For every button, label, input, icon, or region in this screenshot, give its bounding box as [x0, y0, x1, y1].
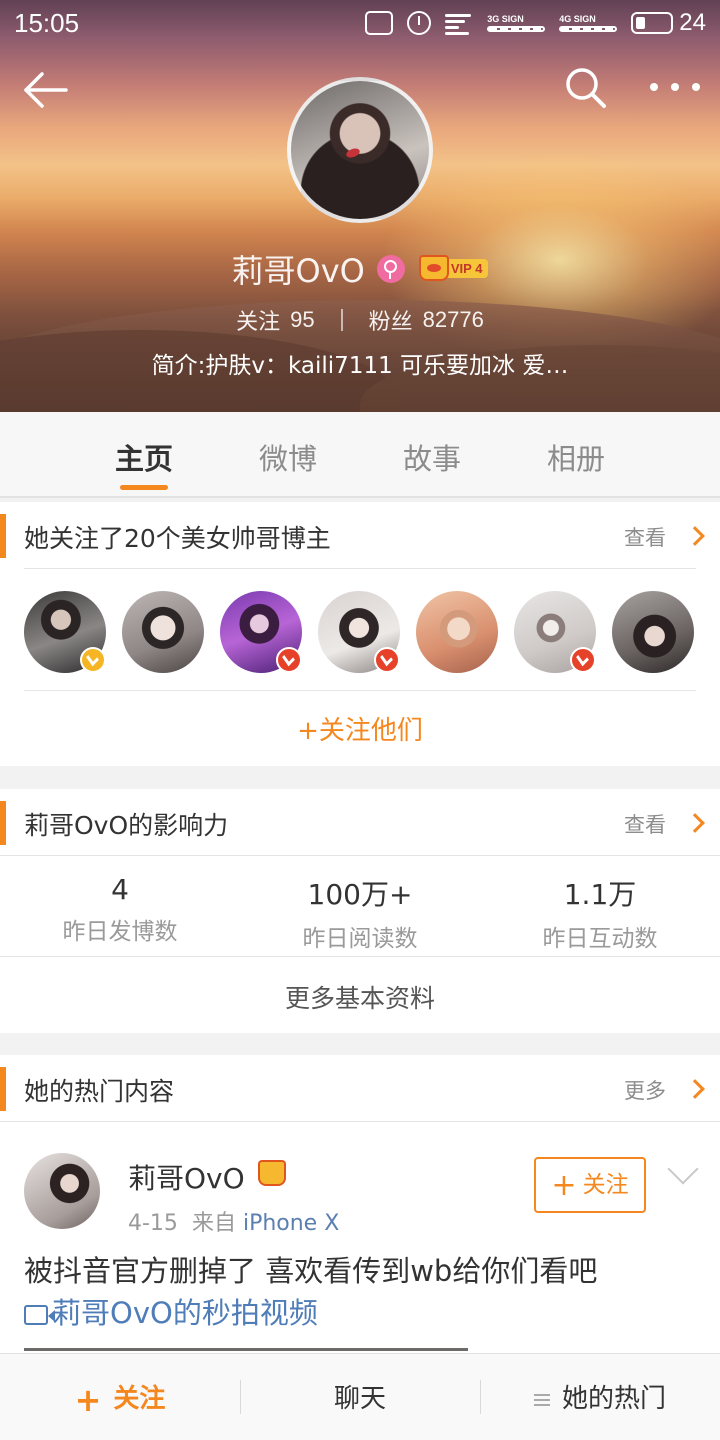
influence-label: 昨日发博数	[62, 919, 178, 945]
card-accent-bar	[0, 801, 6, 845]
post-text[interactable]: 被抖音官方删掉了 喜欢看传到wb给你们看吧	[24, 1248, 597, 1290]
stats-divider	[340, 309, 343, 331]
post-meta: 4-15 来自 iPhone X	[128, 1205, 339, 1237]
card-divider	[0, 1121, 720, 1122]
followed-avatar[interactable]	[122, 591, 204, 673]
influence-label: 昨日阅读数	[302, 926, 418, 952]
crown-icon	[418, 255, 449, 281]
vip-crown-icon	[258, 1160, 286, 1186]
influence-value: 1.1万	[563, 878, 637, 911]
follow-button-label: 关注	[113, 1384, 166, 1414]
hot-card-title: 她的热门内容	[24, 1077, 175, 1106]
influence-value: 100万+	[307, 878, 413, 911]
following-stat[interactable]: 关注 95	[236, 304, 315, 336]
her-hot-label: 她的热门	[561, 1384, 666, 1414]
signal-4g-icon: 4G SIGN	[559, 14, 618, 32]
signal-3g-icon: 3G SIGN	[487, 14, 546, 32]
card-divider	[24, 568, 696, 569]
follow-them-button[interactable]: +关注他们	[0, 710, 720, 747]
list-icon	[533, 1393, 550, 1406]
tab-album[interactable]: 相册	[526, 436, 626, 478]
followed-avatar[interactable]	[416, 591, 498, 673]
video-camera-icon	[24, 1305, 55, 1325]
more-options-icon[interactable]	[650, 80, 700, 94]
post-author-name[interactable]: 莉哥OvO	[128, 1157, 245, 1197]
profile-screen: 15:05 3G SIGN 4G SIGN 24 莉哥OvO VIP 4 关注 …	[0, 0, 720, 1440]
influence-stat-interactions[interactable]: 1.1万 昨日互动数	[480, 873, 720, 953]
influence-label: 昨日互动数	[542, 926, 658, 952]
verified-red-icon	[374, 647, 400, 673]
chat-button[interactable]: 聊天	[240, 1378, 480, 1415]
influence-card-title: 莉哥OvO的影响力	[24, 811, 229, 840]
post-video-title: 莉哥OvO的秒拍视频	[52, 1296, 318, 1330]
chevron-right-icon[interactable]	[685, 813, 705, 833]
post-source[interactable]: iPhone X	[243, 1211, 339, 1236]
more-profile-info-button[interactable]: 更多基本资料	[0, 979, 720, 1015]
signal-3g-label: 3G SIGN	[487, 14, 524, 24]
active-tab-indicator	[120, 485, 168, 490]
following-count: 95	[290, 307, 315, 332]
female-gender-icon	[376, 255, 405, 283]
influence-stat-posts[interactable]: 4 昨日发博数	[0, 873, 240, 946]
status-time: 15:05	[14, 8, 80, 38]
battery-level: 24	[679, 9, 706, 36]
card-divider	[0, 956, 720, 957]
tab-home[interactable]: 主页	[94, 436, 194, 478]
post-video-link[interactable]: 莉哥OvO的秒拍视频	[24, 1290, 318, 1332]
status-bar: 15:05 3G SIGN 4G SIGN 24	[0, 0, 720, 48]
back-arrow-icon[interactable]	[22, 70, 72, 110]
verified-gold-icon	[80, 647, 106, 673]
plus-icon: +	[74, 1381, 102, 1419]
fans-count: 82776	[422, 307, 484, 332]
profile-name-row: 莉哥OvO VIP 4	[0, 246, 720, 296]
bottom-action-bar: + 关注 聊天 她的热门	[0, 1353, 720, 1440]
card-divider	[0, 855, 720, 856]
followed-avatar[interactable]	[612, 591, 694, 673]
fans-stat[interactable]: 粉丝 82776	[369, 304, 484, 336]
vip-level: VIP 4	[444, 258, 489, 278]
followed-avatars	[24, 591, 696, 675]
search-icon[interactable]	[564, 66, 608, 110]
follows-card-title: 她关注了20个美女帅哥博主	[24, 524, 331, 553]
card-accent-bar	[0, 1067, 6, 1111]
following-label: 关注	[236, 310, 281, 335]
card-divider	[24, 690, 696, 691]
chevron-right-icon[interactable]	[685, 1079, 705, 1099]
influence-view-link[interactable]: 查看	[624, 809, 666, 839]
chevron-right-icon[interactable]	[685, 526, 705, 546]
influence-value: 4	[111, 873, 129, 906]
battery-icon	[631, 12, 674, 34]
status-icons: 3G SIGN 4G SIGN 24	[365, 8, 706, 38]
follows-card: 她关注了20个美女帅哥博主 查看 +关注他们	[0, 502, 720, 766]
her-hot-button[interactable]: 她的热门	[480, 1378, 720, 1415]
verified-red-icon	[276, 647, 302, 673]
post-author-avatar[interactable]	[24, 1153, 100, 1229]
follows-view-link[interactable]: 查看	[624, 522, 666, 552]
card-accent-bar	[0, 514, 6, 558]
video-thumbnail-edge	[24, 1348, 468, 1351]
alarm-icon	[407, 11, 432, 35]
post-from-label: 来自	[191, 1211, 236, 1236]
profile-bio[interactable]: 简介:护肤v：kaili7111 可乐要加冰 爱…	[0, 346, 720, 380]
post-follow-label: 关注	[582, 1172, 629, 1198]
data-transfer-icon	[445, 12, 473, 35]
vip-badge[interactable]: VIP 4	[418, 255, 489, 283]
profile-name: 莉哥OvO	[231, 252, 365, 290]
profile-tabs: 主页 微博 故事 相册	[0, 412, 720, 498]
post-follow-button[interactable]: + 关注	[534, 1157, 646, 1213]
tab-weibo[interactable]: 微博	[238, 436, 338, 478]
notification-icon	[365, 11, 394, 35]
plus-icon: +	[551, 1168, 577, 1203]
follow-button[interactable]: + 关注	[0, 1378, 240, 1419]
influence-stat-reads[interactable]: 100万+ 昨日阅读数	[240, 873, 480, 953]
profile-avatar[interactable]	[287, 77, 433, 223]
hot-more-link[interactable]: 更多	[624, 1075, 666, 1105]
fans-label: 粉丝	[368, 310, 413, 335]
verified-red-icon	[570, 647, 596, 673]
influence-card: 莉哥OvO的影响力 查看 4 昨日发博数 100万+ 昨日阅读数 1.1万 昨日…	[0, 789, 720, 1033]
follow-stats: 关注 95 粉丝 82776	[0, 304, 720, 338]
signal-4g-label: 4G SIGN	[559, 14, 596, 24]
post-date: 4-15	[128, 1211, 178, 1236]
tab-stories[interactable]: 故事	[382, 436, 482, 478]
